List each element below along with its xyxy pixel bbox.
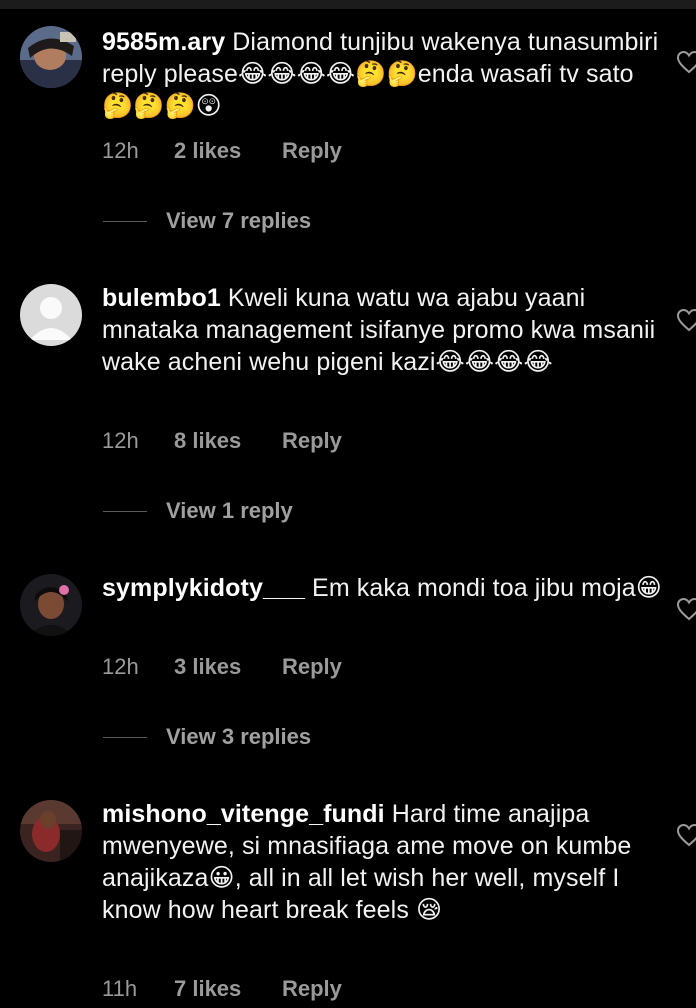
comment-likes[interactable]: 2 likes bbox=[174, 138, 282, 164]
comment-text: bulembo1 Kweli kuna watu wa ajabu yaani … bbox=[102, 282, 662, 378]
comment-time: 12h bbox=[102, 138, 139, 163]
avatar[interactable] bbox=[20, 574, 82, 636]
heart-outline-icon[interactable] bbox=[676, 823, 696, 847]
top-edge bbox=[0, 0, 696, 9]
reply-button[interactable]: Reply bbox=[282, 138, 342, 164]
comment-likes[interactable]: 7 likes bbox=[174, 976, 282, 1002]
reply-button[interactable]: Reply bbox=[282, 428, 342, 454]
comment-likes[interactable]: 8 likes bbox=[174, 428, 282, 454]
comment-text: 9585m.ary Diamond tunjibu wakenya tunasu… bbox=[102, 26, 662, 122]
replies-divider bbox=[103, 736, 147, 738]
view-replies-label: View 7 replies bbox=[166, 208, 312, 233]
comment-username[interactable]: bulembo1 bbox=[102, 284, 221, 312]
comment-time: 12h bbox=[102, 428, 139, 453]
comment-meta: 12h 2 likes Reply bbox=[102, 138, 342, 164]
comment-meta: 12h 3 likes Reply bbox=[102, 654, 342, 680]
comment-text: symplykidoty___ Em kaka mondi toa jibu m… bbox=[102, 572, 662, 604]
view-replies-label: View 1 reply bbox=[166, 498, 293, 523]
heart-outline-icon[interactable] bbox=[676, 597, 696, 621]
comment-likes[interactable]: 3 likes bbox=[174, 654, 282, 680]
avatar[interactable] bbox=[20, 26, 82, 88]
comment-meta: 12h 8 likes Reply bbox=[102, 428, 342, 454]
reply-button[interactable]: Reply bbox=[282, 976, 342, 1002]
reply-button[interactable]: Reply bbox=[282, 654, 342, 680]
heart-outline-icon[interactable] bbox=[676, 308, 696, 332]
comment-meta: 11h 7 likes Reply bbox=[102, 976, 342, 1002]
comment-username[interactable]: mishono_vitenge_fundi bbox=[102, 800, 385, 828]
comment-text: mishono_vitenge_fundi Hard time anajipa … bbox=[102, 798, 662, 926]
comment-username[interactable]: 9585m.ary bbox=[102, 28, 225, 56]
view-replies-button[interactable]: View 3 replies bbox=[103, 724, 311, 754]
avatar[interactable] bbox=[20, 800, 82, 862]
comment-body: Em kaka mondi toa jibu moja😁 bbox=[312, 574, 662, 602]
replies-divider bbox=[103, 510, 147, 512]
avatar[interactable] bbox=[20, 284, 82, 346]
replies-divider bbox=[103, 220, 147, 222]
view-replies-button[interactable]: View 1 reply bbox=[103, 498, 293, 528]
heart-outline-icon[interactable] bbox=[676, 50, 696, 74]
comment-time: 11h bbox=[102, 976, 138, 1001]
comment-username[interactable]: symplykidoty___ bbox=[102, 574, 305, 602]
view-replies-button[interactable]: View 7 replies bbox=[103, 208, 311, 238]
view-replies-label: View 3 replies bbox=[166, 724, 312, 749]
comment-time: 12h bbox=[102, 654, 139, 679]
